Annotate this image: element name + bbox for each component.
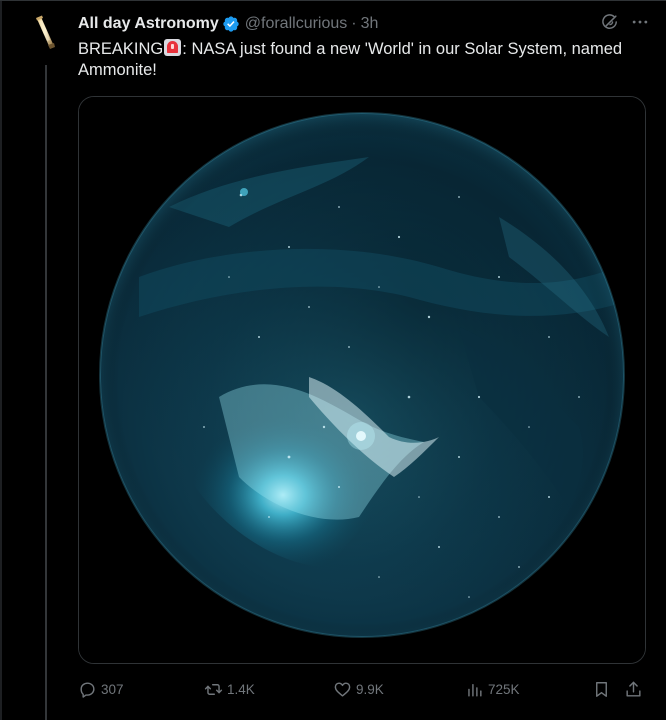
reply-button[interactable]: 307 [78,677,124,701]
header-actions [600,13,650,35]
repost-button[interactable]: 1.4K [204,677,255,701]
view-count: 725K [488,681,520,697]
views-icon [468,683,482,697]
telescope-avatar-icon [24,13,64,53]
share-icon [626,681,641,697]
like-button[interactable]: 9.9K [333,677,384,701]
tweet-time[interactable]: 3h [361,15,379,33]
reply-count: 307 [101,681,124,697]
bookmark-icon [596,681,607,697]
bookmark-button[interactable] [592,677,611,701]
repost-icon [204,683,223,695]
repost-count: 1.4K [227,681,255,697]
planet-image [79,97,645,663]
header-separator: · [351,15,357,32]
author-handle[interactable]: @forallcurious [245,15,348,33]
tweet-text: BREAKING: NASA just found a new 'World' … [78,39,648,81]
like-count: 9.9K [356,681,384,697]
avatar[interactable] [24,13,64,53]
heart-icon [334,681,351,697]
grok-icon[interactable] [600,12,620,37]
rotating-light-icon [164,39,182,56]
tweet-text-prefix: BREAKING [78,40,164,58]
views-button[interactable]: 725K [465,677,520,701]
verified-badge-icon[interactable] [222,15,240,33]
timeline-edge [0,1,2,720]
tweet-card[interactable]: All day Astronomy @forallcurious · 3h BR… [0,0,666,720]
author-name[interactable]: All day Astronomy [78,15,219,33]
tweet-media[interactable] [78,96,646,664]
tweet-header: All day Astronomy @forallcurious · 3h [78,13,650,35]
more-icon[interactable] [630,12,650,37]
share-button[interactable] [624,677,643,701]
thread-line [45,65,47,720]
engagement-bar: 307 1.4K 9.9K 725K [78,677,648,701]
reply-icon [80,681,95,698]
